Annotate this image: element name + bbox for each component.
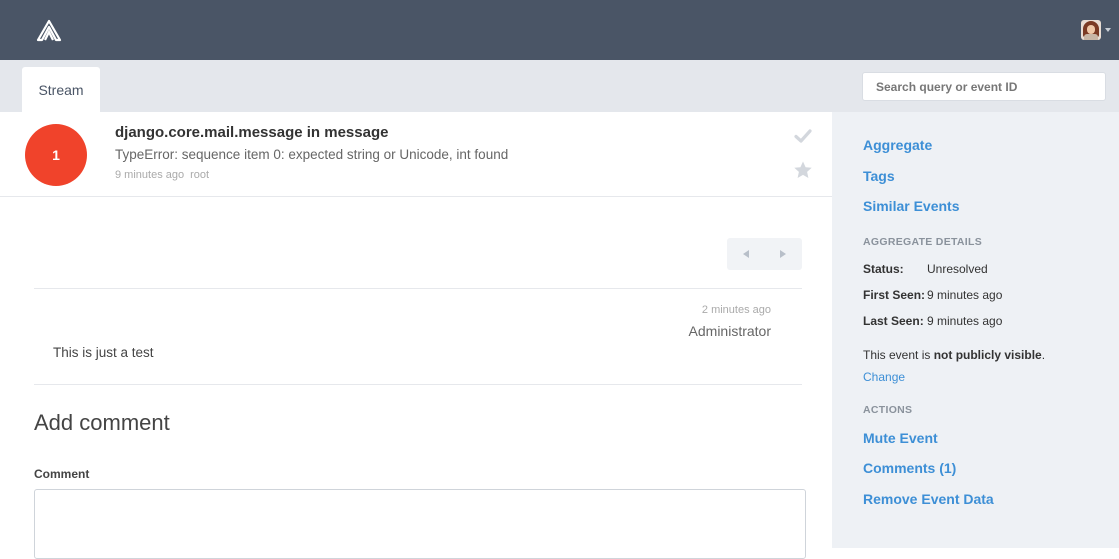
event-count-badge: 1: [25, 124, 87, 186]
divider: [34, 288, 802, 289]
main-content: 1 django.core.mail.message in message Ty…: [0, 112, 832, 559]
sentry-logo-icon[interactable]: [36, 19, 62, 43]
sidebar-link-tags[interactable]: Tags: [863, 168, 895, 184]
sidebar-link-aggregate[interactable]: Aggregate: [863, 137, 932, 153]
sidebar-link-similar-events[interactable]: Similar Events: [863, 198, 960, 214]
sub-navbar: Stream: [0, 60, 1119, 112]
resolve-check-icon[interactable]: [793, 126, 813, 146]
actions-heading: ACTIONS: [863, 404, 913, 416]
first-seen-label: First Seen:: [863, 288, 926, 302]
chevron-left-icon: [742, 250, 749, 258]
chevron-down-icon: [1105, 28, 1111, 32]
visibility-text: This event is not publicly visible.: [863, 348, 1046, 362]
last-seen-label: Last Seen:: [863, 314, 924, 328]
event-time: 9 minutes ago: [115, 169, 185, 181]
comment-author: Administrator: [688, 323, 771, 339]
user-menu[interactable]: [1081, 20, 1111, 40]
bookmark-star-icon[interactable]: [793, 160, 813, 180]
event-title[interactable]: django.core.mail.message in message: [115, 124, 388, 141]
event-user: root: [190, 169, 210, 181]
mute-event-link[interactable]: Mute Event: [863, 430, 938, 446]
status-value: Unresolved: [927, 262, 988, 276]
divider: [34, 384, 802, 385]
tab-stream[interactable]: Stream: [22, 67, 100, 112]
add-comment-heading: Add comment: [34, 410, 170, 435]
event-message: TypeError: sequence item 0: expected str…: [115, 147, 509, 162]
event-header: 1 django.core.mail.message in message Ty…: [0, 112, 832, 197]
next-event-button[interactable]: [765, 238, 803, 270]
comments-link[interactable]: Comments (1): [863, 460, 956, 476]
status-label: Status:: [863, 262, 904, 276]
event-meta: 9 minutes ago root: [115, 169, 209, 181]
change-visibility-link[interactable]: Change: [863, 370, 905, 384]
event-sidebar: Aggregate Tags Similar Events AGGREGATE …: [832, 112, 1119, 548]
comment-time: 2 minutes ago: [701, 304, 771, 316]
top-navbar: [0, 0, 1119, 60]
last-seen-value: 9 minutes ago: [927, 314, 1003, 328]
search-input[interactable]: [862, 72, 1106, 101]
remove-event-data-link[interactable]: Remove Event Data: [863, 491, 994, 507]
comment-field-label: Comment: [34, 467, 90, 481]
comment-text: This is just a test: [53, 345, 154, 360]
comment-textarea[interactable]: [34, 489, 806, 559]
first-seen-value: 9 minutes ago: [927, 288, 1003, 302]
event-pager: [727, 238, 802, 270]
previous-event-button[interactable]: [727, 238, 765, 270]
user-avatar-icon: [1081, 20, 1101, 40]
aggregate-details-heading: AGGREGATE DETAILS: [863, 236, 983, 248]
chevron-right-icon: [780, 250, 787, 258]
